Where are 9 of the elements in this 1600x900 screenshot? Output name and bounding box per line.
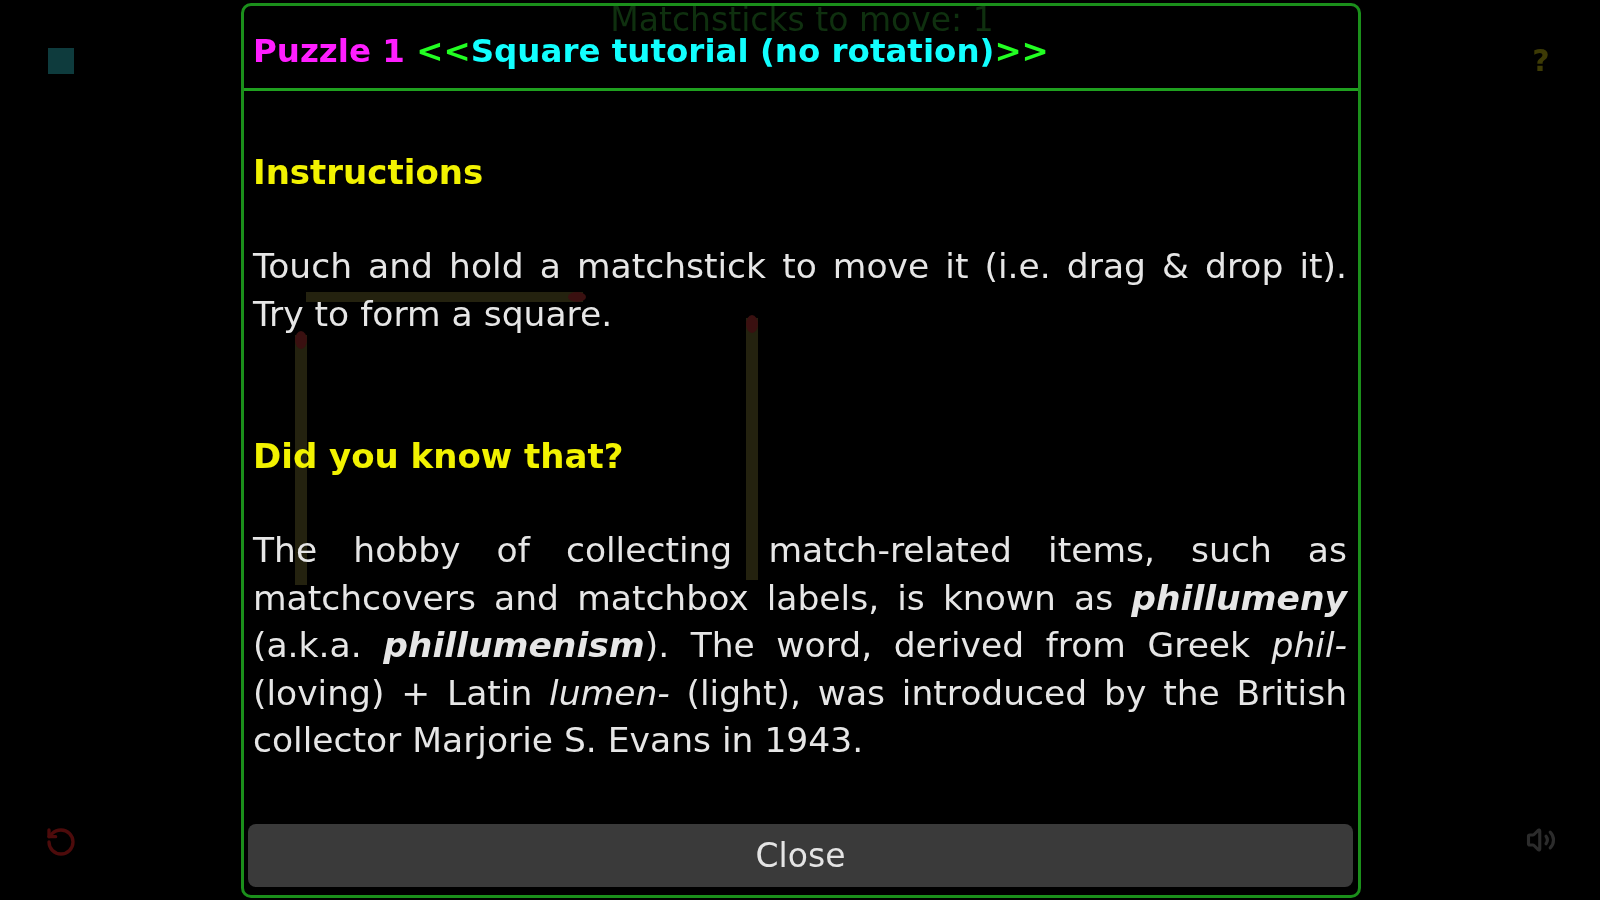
section-paragraph: The hobby of collecting match-related items, such as matchcovers and matchbox labels, is known as phillumeny (a.k.a. phillumenism). The word, derived from Greek phil- (loving) + Latin lumen- (light), was introduced by the British collector Marjorie S. Evans in 1943. [253, 529, 1347, 762]
section-heading: Did you know that? [253, 435, 625, 478]
circular-arrow-icon[interactable] [45, 826, 77, 858]
dialog-title: Puzzle 1 <<Square tutorial (no rotation)>> [253, 31, 1049, 71]
speaker-icon[interactable] [1526, 825, 1556, 855]
section-paragraph: Touch and hold a matchstick to move it (i.e. drag & drop it). Try to form a square. [253, 245, 1347, 336]
square-icon[interactable] [48, 48, 74, 74]
section-heading: Instructions [253, 151, 485, 194]
close-button[interactable]: Close [248, 824, 1353, 887]
